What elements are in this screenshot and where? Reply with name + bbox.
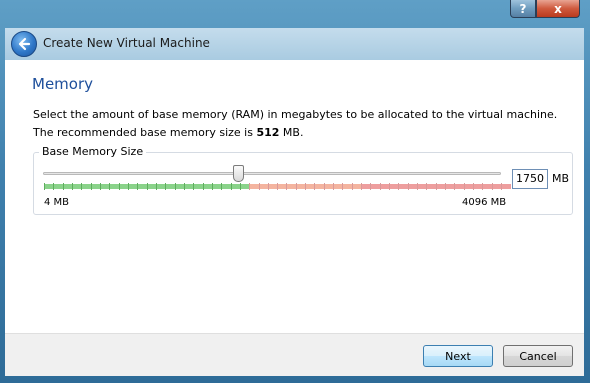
page-title: Memory bbox=[32, 75, 94, 93]
slider-tick bbox=[90, 183, 92, 190]
slider-tick bbox=[230, 183, 232, 190]
slider-tick bbox=[211, 183, 213, 190]
slider-tick bbox=[44, 183, 45, 190]
slider-tick bbox=[62, 183, 64, 190]
wizard-title: Create New Virtual Machine bbox=[43, 36, 210, 50]
slider-tick bbox=[165, 183, 167, 190]
slider-tick bbox=[323, 183, 325, 190]
slider-tick bbox=[473, 183, 475, 190]
base-memory-group: Base Memory Size 4 MB 4096 MB 1750 MB bbox=[33, 145, 573, 215]
slider-tick bbox=[249, 183, 251, 190]
cancel-button[interactable]: Cancel bbox=[503, 345, 573, 367]
slider-tick bbox=[239, 183, 241, 190]
slider-tick bbox=[342, 183, 344, 190]
slider-tick bbox=[370, 183, 372, 190]
slider-tick bbox=[426, 183, 428, 190]
slider-tick bbox=[146, 183, 148, 190]
recommended-value: 512 bbox=[256, 126, 280, 139]
memory-slider-thumb[interactable] bbox=[233, 165, 245, 182]
slider-tick bbox=[286, 183, 288, 190]
slider-tick bbox=[417, 183, 419, 190]
slider-tick bbox=[81, 183, 83, 190]
slider-tick bbox=[267, 183, 269, 190]
slider-tick bbox=[379, 183, 381, 190]
slider-tick bbox=[109, 183, 111, 190]
slider-tick bbox=[99, 183, 101, 190]
memory-unit-label: MB bbox=[552, 172, 570, 185]
slider-tick bbox=[445, 183, 447, 190]
slider-tick bbox=[333, 183, 335, 190]
slider-tick bbox=[183, 183, 185, 190]
slider-tick bbox=[435, 183, 437, 190]
recommended-text: The recommended base memory size is 512 … bbox=[33, 126, 303, 139]
slider-tick bbox=[398, 183, 400, 190]
back-button[interactable] bbox=[11, 31, 37, 57]
slider-tick bbox=[258, 183, 260, 190]
slider-tick bbox=[463, 183, 465, 190]
slider-tick bbox=[127, 183, 129, 190]
slider-tick bbox=[277, 183, 279, 190]
slider-tick bbox=[118, 183, 120, 190]
wizard-content: Memory Select the amount of base memory … bbox=[5, 60, 584, 333]
slider-tick bbox=[137, 183, 139, 190]
back-arrow-icon bbox=[18, 37, 31, 51]
memory-slider-scale bbox=[44, 183, 511, 191]
slider-tick bbox=[53, 183, 55, 190]
slider-tick bbox=[193, 183, 195, 190]
recommended-suffix: MB. bbox=[279, 126, 304, 139]
slider-max-label: 4096 MB bbox=[462, 197, 507, 208]
memory-slider-track[interactable] bbox=[43, 172, 501, 175]
slider-tick bbox=[202, 183, 204, 190]
slider-tick bbox=[295, 183, 297, 190]
slider-scale-segment bbox=[501, 184, 511, 189]
slider-tick bbox=[501, 183, 502, 190]
slider-tick bbox=[454, 183, 456, 190]
slider-tick bbox=[491, 183, 493, 190]
slider-tick bbox=[389, 183, 391, 190]
wizard-footer: Next Cancel bbox=[5, 333, 584, 376]
slider-tick bbox=[155, 183, 157, 190]
slider-tick bbox=[351, 183, 353, 190]
slider-tick bbox=[71, 183, 73, 190]
slider-min-label: 4 MB bbox=[44, 197, 70, 208]
slider-tick bbox=[305, 183, 307, 190]
dialog-window: ? x Create New Virtual Machine Memory Se… bbox=[0, 0, 590, 383]
slider-tick bbox=[482, 183, 484, 190]
close-icon: x bbox=[554, 1, 562, 16]
group-label: Base Memory Size bbox=[39, 145, 147, 158]
close-button[interactable]: x bbox=[536, 0, 580, 18]
wizard-header: Create New Virtual Machine bbox=[5, 28, 584, 60]
memory-size-input[interactable]: 1750 bbox=[512, 169, 548, 189]
help-icon: ? bbox=[519, 1, 527, 16]
next-button[interactable]: Next bbox=[423, 345, 493, 367]
slider-tick bbox=[221, 183, 223, 190]
help-button[interactable]: ? bbox=[510, 0, 536, 18]
slider-tick bbox=[174, 183, 176, 190]
slider-tick bbox=[407, 183, 409, 190]
recommended-prefix: The recommended base memory size is bbox=[33, 126, 257, 139]
slider-tick bbox=[314, 183, 316, 190]
page-description: Select the amount of base memory (RAM) i… bbox=[33, 108, 558, 121]
slider-tick bbox=[361, 183, 363, 190]
